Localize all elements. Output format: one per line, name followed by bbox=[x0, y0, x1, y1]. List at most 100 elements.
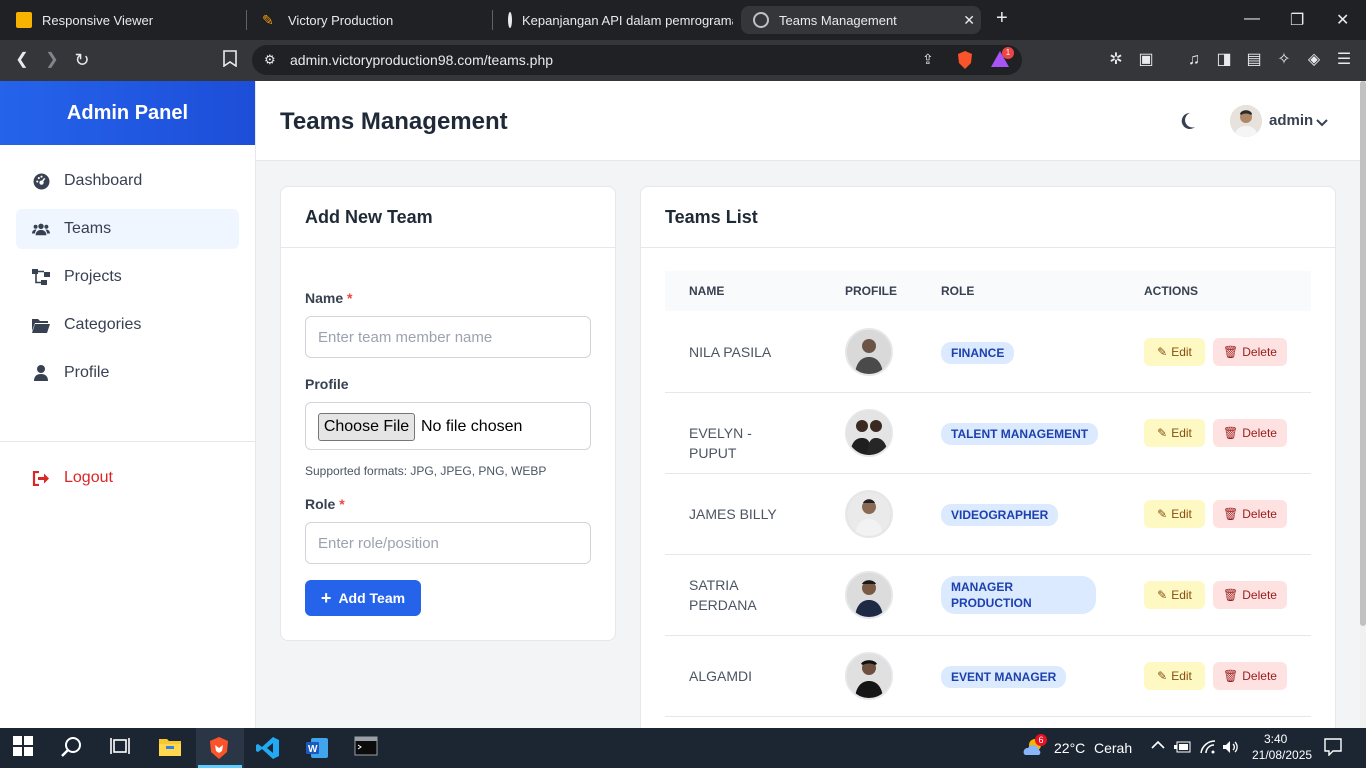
clock-time[interactable]: 3:40 bbox=[1264, 732, 1287, 746]
team-name: SATRIA PERDANA bbox=[689, 577, 757, 613]
word-icon[interactable]: W bbox=[305, 736, 329, 760]
edit-button[interactable]: ✎ Edit bbox=[1144, 662, 1205, 690]
delete-button[interactable]: 🗑 Delete bbox=[1213, 581, 1287, 609]
logout-link[interactable]: Logout bbox=[16, 458, 240, 498]
tab-label: Teams Management bbox=[779, 12, 897, 28]
edit-button[interactable]: ✎ Edit bbox=[1144, 419, 1205, 447]
file-explorer-icon[interactable] bbox=[158, 736, 182, 760]
edit-icon: ✎ bbox=[1157, 426, 1168, 440]
role-label: Role * bbox=[305, 496, 345, 512]
bookmark-icon[interactable] bbox=[220, 50, 240, 70]
trash-icon: 🗑 bbox=[1223, 345, 1239, 359]
profile-label: Profile bbox=[305, 376, 349, 392]
minimize-icon[interactable]: — bbox=[1244, 10, 1260, 28]
delete-button[interactable]: 🗑 Delete bbox=[1213, 338, 1287, 366]
delete-label: Delete bbox=[1242, 345, 1277, 359]
reader-mode-icon[interactable]: ▣ bbox=[1136, 50, 1156, 70]
svg-text:W: W bbox=[308, 744, 318, 755]
sidebar-item-categories[interactable]: Categories bbox=[16, 305, 239, 345]
page-header: Teams Management admin bbox=[256, 81, 1360, 161]
sidebar-item-label: Teams bbox=[64, 220, 112, 237]
sidebar-item-dashboard[interactable]: Dashboard bbox=[16, 161, 239, 201]
media-icon[interactable]: ♫ bbox=[1184, 50, 1204, 70]
extensions-icon[interactable]: ✲ bbox=[1106, 50, 1126, 70]
add-team-button[interactable]: + Add Team bbox=[305, 580, 421, 616]
sidebar-item-profile[interactable]: Profile bbox=[16, 353, 239, 393]
scrollbar-thumb[interactable] bbox=[1360, 81, 1366, 626]
tab-separator bbox=[246, 10, 247, 30]
delete-label: Delete bbox=[1242, 426, 1277, 440]
windows-start-icon[interactable] bbox=[13, 736, 37, 760]
weather-condition[interactable]: Cerah bbox=[1094, 740, 1132, 756]
chevron-up-icon[interactable] bbox=[1151, 737, 1165, 753]
site-info-icon[interactable]: ⚙ bbox=[264, 52, 276, 68]
sidebar-item-teams[interactable]: Teams bbox=[16, 209, 239, 249]
volume-icon[interactable] bbox=[1222, 740, 1238, 757]
brave-rewards-icon[interactable]: 1 bbox=[990, 47, 1014, 70]
task-view-icon[interactable] bbox=[109, 736, 133, 760]
delete-button[interactable]: 🗑 Delete bbox=[1213, 662, 1287, 690]
teams-list-title: Teams List bbox=[641, 187, 1335, 248]
delete-label: Delete bbox=[1242, 507, 1277, 521]
brave-browser-icon[interactable] bbox=[208, 736, 232, 760]
terminal-icon[interactable] bbox=[354, 736, 378, 760]
reload-icon[interactable]: ↻ bbox=[72, 50, 92, 70]
tab-responsive-viewer[interactable]: Responsive Viewer bbox=[16, 6, 246, 34]
chevron-down-icon[interactable] bbox=[1316, 114, 1328, 132]
vpn-icon[interactable]: ◈ bbox=[1304, 50, 1324, 70]
leo-ai-icon[interactable]: ✧ bbox=[1274, 50, 1294, 70]
edit-button[interactable]: ✎ Edit bbox=[1144, 338, 1205, 366]
tab-teams-management[interactable]: Teams Management ✕ bbox=[741, 6, 981, 34]
tab-kepanjangan-api[interactable]: Kepanjangan API dalam pemrograma bbox=[508, 6, 733, 34]
profile-photo bbox=[845, 571, 893, 619]
profile-file-input[interactable]: Choose File No file chosen bbox=[305, 402, 591, 450]
moon-icon[interactable] bbox=[1180, 112, 1196, 135]
window-close-icon[interactable]: ✕ bbox=[1336, 10, 1349, 30]
users-icon bbox=[32, 220, 50, 238]
url-text[interactable]: admin.victoryproduction98.com/teams.php bbox=[290, 52, 553, 68]
name-input[interactable]: Enter team member name bbox=[305, 316, 591, 358]
edit-icon: ✎ bbox=[1157, 345, 1168, 359]
delete-button[interactable]: 🗑 Delete bbox=[1213, 419, 1287, 447]
wallet-icon[interactable]: ▤ bbox=[1244, 50, 1264, 70]
battery-icon[interactable] bbox=[1174, 740, 1192, 756]
edit-button[interactable]: ✎ Edit bbox=[1144, 581, 1205, 609]
sidebar-nav: Dashboard Teams Projects Categories Prof… bbox=[0, 145, 255, 393]
back-icon[interactable]: ❮ bbox=[12, 50, 32, 70]
logout-icon bbox=[32, 469, 50, 487]
brave-shield-icon[interactable] bbox=[956, 50, 976, 70]
required-mark: * bbox=[339, 496, 345, 512]
share-icon[interactable]: ⇪ bbox=[922, 51, 934, 68]
search-icon[interactable] bbox=[61, 736, 85, 760]
sidebar-icon[interactable]: ◨ bbox=[1214, 50, 1234, 70]
victory-favicon: ✎ bbox=[262, 12, 274, 28]
menu-icon[interactable]: ☰ bbox=[1334, 50, 1354, 70]
username[interactable]: admin bbox=[1269, 112, 1313, 129]
sidebar-item-projects[interactable]: Projects bbox=[16, 257, 239, 297]
close-tab-icon[interactable]: ✕ bbox=[963, 12, 975, 29]
delete-button[interactable]: 🗑 Delete bbox=[1213, 500, 1287, 528]
choose-file-button[interactable]: Choose File bbox=[318, 413, 415, 441]
tab-label: Kepanjangan API dalam pemrograma bbox=[522, 12, 733, 28]
wifi-icon[interactable] bbox=[1200, 740, 1216, 757]
address-bar[interactable]: ⚙ admin.victoryproduction98.com/teams.ph… bbox=[252, 45, 1022, 75]
page-scrollbar[interactable] bbox=[1360, 81, 1366, 728]
new-tab-icon[interactable]: + bbox=[996, 7, 1008, 30]
maximize-icon[interactable]: ❐ bbox=[1290, 10, 1304, 30]
tab-label: Responsive Viewer bbox=[42, 12, 154, 28]
teams-list-card: Teams List NAME PROFILE ROLE ACTIONS NIL… bbox=[640, 186, 1336, 746]
notifications-icon[interactable] bbox=[1324, 738, 1342, 759]
tab-victory-production[interactable]: ✎ Victory Production bbox=[262, 6, 492, 34]
weather-temp[interactable]: 22°C bbox=[1054, 740, 1085, 756]
role-label-text: Role bbox=[305, 496, 336, 512]
avatar[interactable] bbox=[1230, 105, 1262, 137]
edit-button[interactable]: ✎ Edit bbox=[1144, 500, 1205, 528]
forward-icon[interactable]: ❯ bbox=[42, 50, 62, 70]
clock-date[interactable]: 21/08/2025 bbox=[1252, 748, 1312, 762]
vscode-icon[interactable] bbox=[256, 736, 280, 760]
weather-icon[interactable]: 6 bbox=[1022, 734, 1047, 760]
trash-icon: 🗑 bbox=[1223, 426, 1239, 440]
browser-tab-bar: Responsive Viewer ✎ Victory Production K… bbox=[0, 0, 1366, 40]
role-input[interactable]: Enter role/position bbox=[305, 522, 591, 564]
folder-icon bbox=[32, 316, 50, 334]
